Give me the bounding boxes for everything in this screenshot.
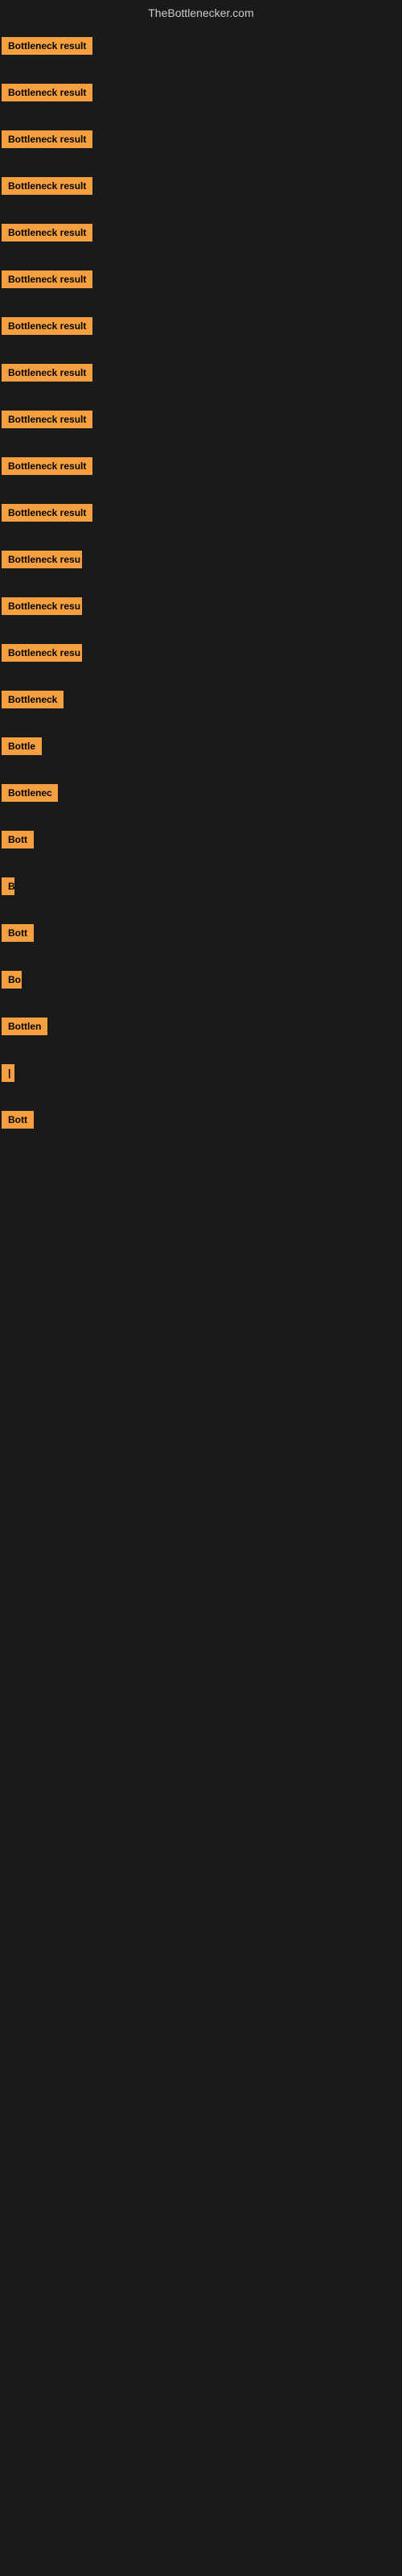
site-title: TheBottlenecker.com bbox=[0, 0, 402, 23]
list-item: Bottleneck result bbox=[0, 256, 402, 303]
list-item: Bottleneck bbox=[0, 676, 402, 723]
list-item: Bottleneck resu bbox=[0, 536, 402, 583]
list-item: Bott bbox=[0, 1096, 402, 1143]
bottleneck-badge[interactable]: Bottleneck resu bbox=[2, 551, 82, 568]
list-item: Bo bbox=[0, 956, 402, 1003]
bottleneck-badge[interactable]: Bott bbox=[2, 924, 34, 942]
items-list: Bottleneck result Bottleneck result Bottle… bbox=[0, 23, 402, 1143]
bottleneck-badge[interactable]: Bott bbox=[2, 831, 34, 848]
list-item: Bott bbox=[0, 816, 402, 863]
bottleneck-badge[interactable]: Bottleneck result bbox=[2, 130, 92, 148]
bottleneck-badge[interactable]: Bo bbox=[2, 971, 22, 989]
bottleneck-badge[interactable]: B bbox=[2, 877, 14, 895]
list-item: | bbox=[0, 1050, 402, 1096]
list-item: Bottle bbox=[0, 723, 402, 770]
bottleneck-badge[interactable]: Bottleneck result bbox=[2, 270, 92, 288]
list-item: Bottleneck result bbox=[0, 163, 402, 209]
bottleneck-badge[interactable]: Bottleneck result bbox=[2, 457, 92, 475]
bottleneck-badge[interactable]: Bottleneck bbox=[2, 691, 64, 708]
bottleneck-badge[interactable]: Bottleneck resu bbox=[2, 644, 82, 662]
bottleneck-badge[interactable]: Bottleneck resu bbox=[2, 597, 82, 615]
bottleneck-badge[interactable]: Bottlen bbox=[2, 1018, 47, 1035]
list-item: B bbox=[0, 863, 402, 910]
list-item: Bottleneck result bbox=[0, 69, 402, 116]
list-item: Bottlen bbox=[0, 1003, 402, 1050]
bottleneck-badge[interactable]: Bott bbox=[2, 1111, 34, 1129]
bottleneck-badge[interactable]: Bottleneck result bbox=[2, 504, 92, 522]
bottleneck-badge[interactable]: Bottleneck result bbox=[2, 84, 92, 101]
list-item: Bottleneck result bbox=[0, 209, 402, 256]
list-item: Bottleneck result bbox=[0, 349, 402, 396]
list-item: Bottleneck resu bbox=[0, 583, 402, 630]
bottleneck-badge[interactable]: Bottleneck result bbox=[2, 364, 92, 382]
bottleneck-badge[interactable]: | bbox=[2, 1064, 14, 1082]
bottleneck-badge[interactable]: Bottleneck result bbox=[2, 177, 92, 195]
list-item: Bottleneck result bbox=[0, 396, 402, 443]
list-item: Bottleneck resu bbox=[0, 630, 402, 676]
list-item: Bott bbox=[0, 910, 402, 956]
bottleneck-badge[interactable]: Bottleneck result bbox=[2, 224, 92, 242]
list-item: Bottleneck result bbox=[0, 443, 402, 489]
bottleneck-badge[interactable]: Bottleneck result bbox=[2, 37, 92, 55]
bottleneck-badge[interactable]: Bottleneck result bbox=[2, 317, 92, 335]
list-item: Bottleneck result bbox=[0, 489, 402, 536]
list-item: Bottleneck result bbox=[0, 303, 402, 349]
bottleneck-badge[interactable]: Bottleneck result bbox=[2, 411, 92, 428]
list-item: Bottleneck result bbox=[0, 116, 402, 163]
page-container: TheBottlenecker.com Bottleneck resultBot… bbox=[0, 0, 402, 1143]
bottleneck-badge[interactable]: Bottle bbox=[2, 737, 42, 755]
list-item: Bottleneck result bbox=[0, 23, 402, 69]
list-item: Bottlenec bbox=[0, 770, 402, 816]
bottleneck-badge[interactable]: Bottlenec bbox=[2, 784, 58, 802]
